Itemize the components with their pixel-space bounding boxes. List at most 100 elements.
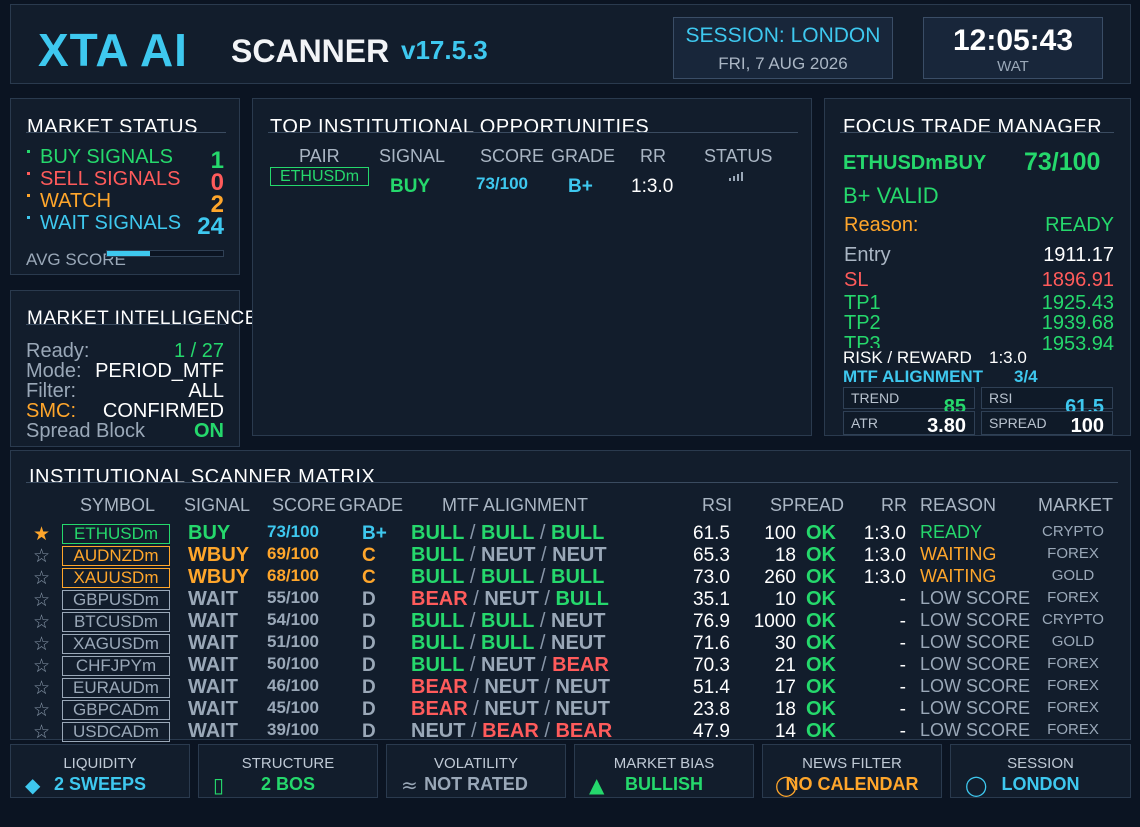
rsi-cell: RSI 61.5 xyxy=(981,387,1113,418)
volatility-label: VOLATILITY xyxy=(434,755,518,772)
grade-cell: D xyxy=(362,611,376,632)
rsi-cell: 23.8 xyxy=(693,699,730,720)
focus-reason-value: READY xyxy=(1045,214,1114,236)
score-cell: 55/100 xyxy=(267,588,319,607)
atr-cell: ATR 3.80 xyxy=(843,411,975,437)
symbol-tag[interactable]: XAUUSDm xyxy=(62,568,170,588)
mtf-timeframe-bias: NEUT xyxy=(551,610,606,632)
table-row[interactable]: ☆ XAUUSDm WBUY 68/100 C BULL / BULL / BULL 73.… xyxy=(0,566,1140,590)
status-dot xyxy=(27,194,30,197)
op-row-rr: 1:3.0 xyxy=(631,176,674,197)
favorite-star-icon[interactable]: ☆ xyxy=(33,611,50,634)
market-status-label: BUY SIGNALS xyxy=(40,146,174,168)
symbol-tag[interactable]: AUDNZDm xyxy=(62,546,170,566)
spread-cell: 21 xyxy=(774,655,796,676)
favorite-star-icon[interactable]: ☆ xyxy=(33,721,50,744)
rr-cell: 1:3.0 xyxy=(863,523,906,544)
entry-value: 1911.17 xyxy=(1043,244,1114,266)
news-filter-card: ◯ NEWS FILTER NO CALENDAR xyxy=(762,744,942,798)
mtf-separator: / xyxy=(538,588,556,610)
status-dot xyxy=(27,150,30,153)
market-bias-label: MARKET BIAS xyxy=(613,755,715,772)
favorite-star-icon[interactable]: ☆ xyxy=(33,589,50,612)
favorite-star-icon[interactable]: ☆ xyxy=(33,567,50,590)
table-row[interactable]: ☆ XAGUSDm WAIT 51/100 D BULL / BULL / NEUT 71.… xyxy=(0,632,1140,656)
rr-cell: - xyxy=(899,633,906,654)
score-cell: 39/100 xyxy=(267,720,319,739)
grade-cell: D xyxy=(362,677,376,698)
opportunities-title: TOP INSTITUTIONAL OPPORTUNITIES xyxy=(270,116,650,138)
favorite-star-icon[interactable]: ☆ xyxy=(33,545,50,568)
op-header-pair: PAIR xyxy=(299,146,340,166)
liquidity-card: ◆ LIQUIDITY 2 SWEEPS xyxy=(10,744,190,798)
table-row[interactable]: ☆ CHFJPYm WAIT 50/100 D BULL / NEUT / BEAR 70.… xyxy=(0,654,1140,678)
signal-cell: WAIT xyxy=(188,720,238,742)
favorite-star-icon[interactable]: ☆ xyxy=(33,633,50,656)
favorite-star-filled-icon[interactable]: ★ xyxy=(33,523,50,546)
symbol-tag[interactable]: XAGUSDm xyxy=(62,634,170,654)
symbol-tag[interactable]: EURAUDm xyxy=(62,678,170,698)
rr-cell: - xyxy=(899,655,906,676)
favorite-star-icon[interactable]: ☆ xyxy=(33,699,50,722)
signal-cell: WBUY xyxy=(188,544,250,566)
score-cell: 50/100 xyxy=(267,654,319,673)
mtf-timeframe-bias: BEAR xyxy=(411,698,468,720)
mx-header-spread: SPREAD xyxy=(770,495,845,515)
mtf-separator: / xyxy=(535,544,553,566)
table-row[interactable]: ☆ BTCUSDm WAIT 54/100 D BULL / BULL / NEUT 76.… xyxy=(0,610,1140,634)
atr-label: ATR xyxy=(851,415,878,431)
spread-block-value: ON xyxy=(194,420,224,442)
spread-cell: 10 xyxy=(774,589,796,610)
table-row[interactable]: ☆ EURAUDm WAIT 46/100 D BEAR / NEUT / NEUT 51.… xyxy=(0,676,1140,700)
tp3-value: 1953.94 xyxy=(1041,333,1114,355)
mtf-separator: / xyxy=(538,720,556,742)
signal-cell: WBUY xyxy=(188,566,250,588)
volatility-value: NOT RATED xyxy=(424,774,528,794)
symbol-tag[interactable]: BTCUSDm xyxy=(62,612,170,632)
focus-score: 73/100 xyxy=(1024,148,1101,176)
symbol-tag[interactable]: CHFJPYm xyxy=(62,656,170,676)
mtf-separator: / xyxy=(534,566,551,588)
mtf-separator: / xyxy=(465,720,483,742)
rsi-cell: 73.0 xyxy=(693,567,730,588)
focus-title: FOCUS TRADE MANAGER xyxy=(843,116,1103,138)
op-header-signal: SIGNAL xyxy=(379,146,446,166)
mtf-timeframe-bias: NEUT xyxy=(555,676,610,698)
sl-label: SL xyxy=(844,269,869,291)
trend-cell: TREND 85 xyxy=(843,387,975,418)
symbol-tag[interactable]: GBPCADm xyxy=(62,700,170,720)
spread-cell: 1000 xyxy=(753,611,796,632)
score-cell: 68/100 xyxy=(267,566,319,585)
favorite-star-icon[interactable]: ☆ xyxy=(33,655,50,678)
mtf-separator: / xyxy=(464,566,481,588)
spread-ok-badge: OK xyxy=(806,522,836,544)
table-row[interactable]: ☆ USDCADm WAIT 39/100 D NEUT / BEAR / BEAR 47.… xyxy=(0,720,1140,744)
market-status-value: 24 xyxy=(197,213,224,240)
signal-cell: WAIT xyxy=(188,632,238,654)
symbol-tag[interactable]: USDCADm xyxy=(62,722,170,742)
reason-cell: WAITING xyxy=(920,566,997,586)
mx-header-market: MARKET xyxy=(1038,495,1114,515)
mtf-alignment-cell: BEAR / NEUT / BULL xyxy=(411,588,609,611)
table-row[interactable]: ☆ AUDNZDm WBUY 69/100 C BULL / NEUT / NEUT 65.… xyxy=(0,544,1140,568)
symbol-tag[interactable]: GBPUSDm xyxy=(62,590,170,610)
mtf-separator: / xyxy=(467,698,485,720)
op-row-pair[interactable]: ETHUSDm xyxy=(270,167,369,186)
liquidity-value: 2 SWEEPS xyxy=(53,774,147,794)
mtf-separator: / xyxy=(467,588,485,610)
mx-header-reason: REASON xyxy=(920,495,997,515)
rsi-cell: 70.3 xyxy=(693,655,730,676)
mtf-separator: / xyxy=(464,654,481,676)
rsi-cell: 61.5 xyxy=(693,523,730,544)
grade-cell: B+ xyxy=(362,523,387,544)
symbol-tag[interactable]: ETHUSDm xyxy=(62,524,170,544)
table-row[interactable]: ★ ETHUSDm BUY 73/100 B+ BULL / BULL / BULL 61.… xyxy=(0,522,1140,546)
favorite-star-icon[interactable]: ☆ xyxy=(33,677,50,700)
table-row[interactable]: ☆ GBPUSDm WAIT 55/100 D BEAR / NEUT / BULL 35.… xyxy=(0,588,1140,612)
mtf-timeframe-bias: NEUT xyxy=(552,544,607,566)
focus-reason-label: Reason: xyxy=(844,214,919,236)
mtf-timeframe-bias: BULL xyxy=(411,610,465,632)
signal-cell: BUY xyxy=(188,522,231,544)
table-row[interactable]: ☆ GBPCADm WAIT 45/100 D BEAR / NEUT / NEUT 23.… xyxy=(0,698,1140,722)
structure-label: STRUCTURE xyxy=(241,755,335,772)
